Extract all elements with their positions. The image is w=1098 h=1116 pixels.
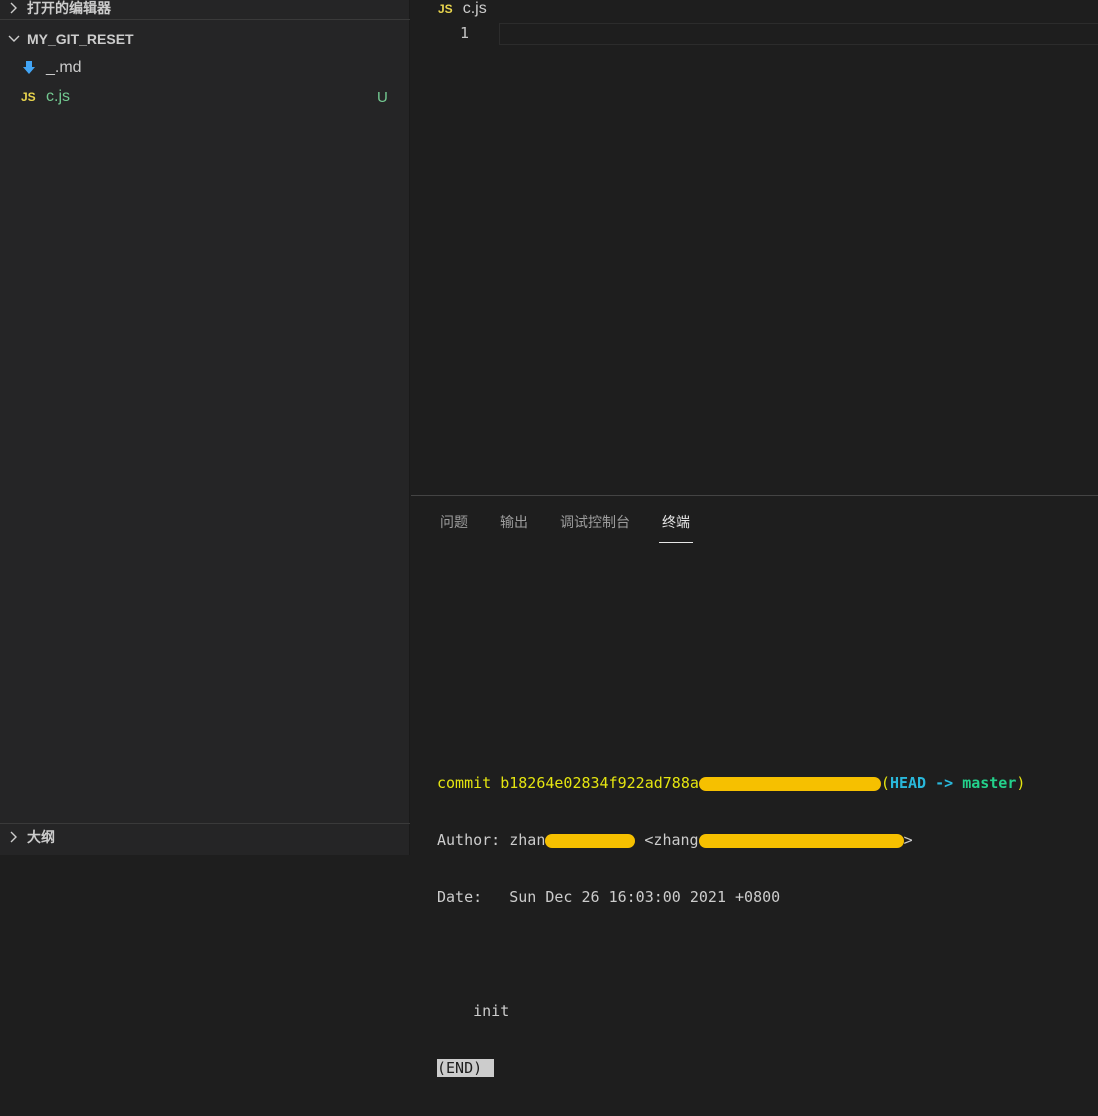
tab-terminal[interactable]: 终端	[659, 511, 693, 543]
current-line-highlight[interactable]	[499, 23, 1098, 45]
markdown-icon	[21, 60, 41, 76]
line-number: 1	[459, 24, 469, 42]
panel-tabs: 问题 输出 调试控制台 终端	[440, 511, 722, 543]
branch-ref: master	[962, 774, 1017, 792]
workspace-section-header[interactable]: MY_GIT_RESET	[0, 28, 410, 50]
tab-problems[interactable]: 问题	[440, 511, 468, 541]
file-name: c.js	[46, 88, 70, 105]
chevron-down-icon	[7, 32, 21, 46]
open-editors-section-header[interactable]: 打开的编辑器	[0, 0, 410, 20]
redaction-mark	[698, 833, 904, 848]
outline-section-header[interactable]: 大纲	[0, 823, 410, 850]
commit-message: init	[437, 1002, 510, 1020]
redaction-mark	[545, 833, 636, 848]
editor-area[interactable]: JS c.js 1	[411, 0, 1098, 495]
js-file-icon: JS	[21, 90, 36, 104]
chevron-right-icon	[7, 1, 21, 15]
js-file-icon: JS	[438, 2, 453, 16]
outline-label: 大纲	[27, 829, 55, 845]
editor-tab-label: c.js	[462, 0, 487, 17]
file-name: _.md	[46, 59, 82, 76]
author-email-prefix: <zhang	[635, 831, 699, 849]
file-item-md[interactable]: _.md	[0, 54, 410, 82]
editor-tab-cjs[interactable]: JS c.js	[438, 0, 487, 21]
chevron-right-icon	[7, 830, 21, 844]
commit-line: commit b18264e02834f922ad788a (HEAD -> ma…	[437, 774, 1087, 793]
open-editors-label: 打开的编辑器	[27, 0, 111, 16]
tab-output[interactable]: 输出	[500, 511, 528, 541]
terminal-output[interactable]: commit b18264e02834f922ad788a (HEAD -> ma…	[437, 736, 1087, 1116]
tab-debug-console[interactable]: 调试控制台	[560, 511, 630, 541]
workspace-label: MY_GIT_RESET	[27, 31, 134, 47]
date-line: Date: Sun Dec 26 16:03:00 2021 +0800	[437, 888, 781, 906]
ref-close: )	[1016, 774, 1026, 792]
head-ref: HEAD	[889, 774, 927, 792]
commit-hash: commit b18264e02834f922ad788a	[437, 774, 699, 792]
explorer-sidebar: 打开的编辑器 MY_GIT_RESET _.md JS c.js U 大纲	[0, 0, 410, 855]
redaction-mark	[698, 776, 881, 791]
author-prefix: Author: zhan	[437, 831, 546, 849]
ref-arrow: ->	[926, 774, 963, 792]
pager-prompt[interactable]: (END)	[437, 1059, 1087, 1078]
author-line: Author: zhan <zhang >	[437, 831, 1087, 850]
pager-end-marker: (END)	[437, 1059, 495, 1077]
author-email-suffix: >	[903, 831, 913, 849]
bottom-panel: 问题 输出 调试控制台 终端 commit b18264e02834f922ad…	[411, 495, 1098, 1077]
git-untracked-badge: U	[377, 88, 388, 106]
ref-open: (	[880, 774, 890, 792]
file-item-cjs[interactable]: JS c.js U	[0, 83, 410, 111]
